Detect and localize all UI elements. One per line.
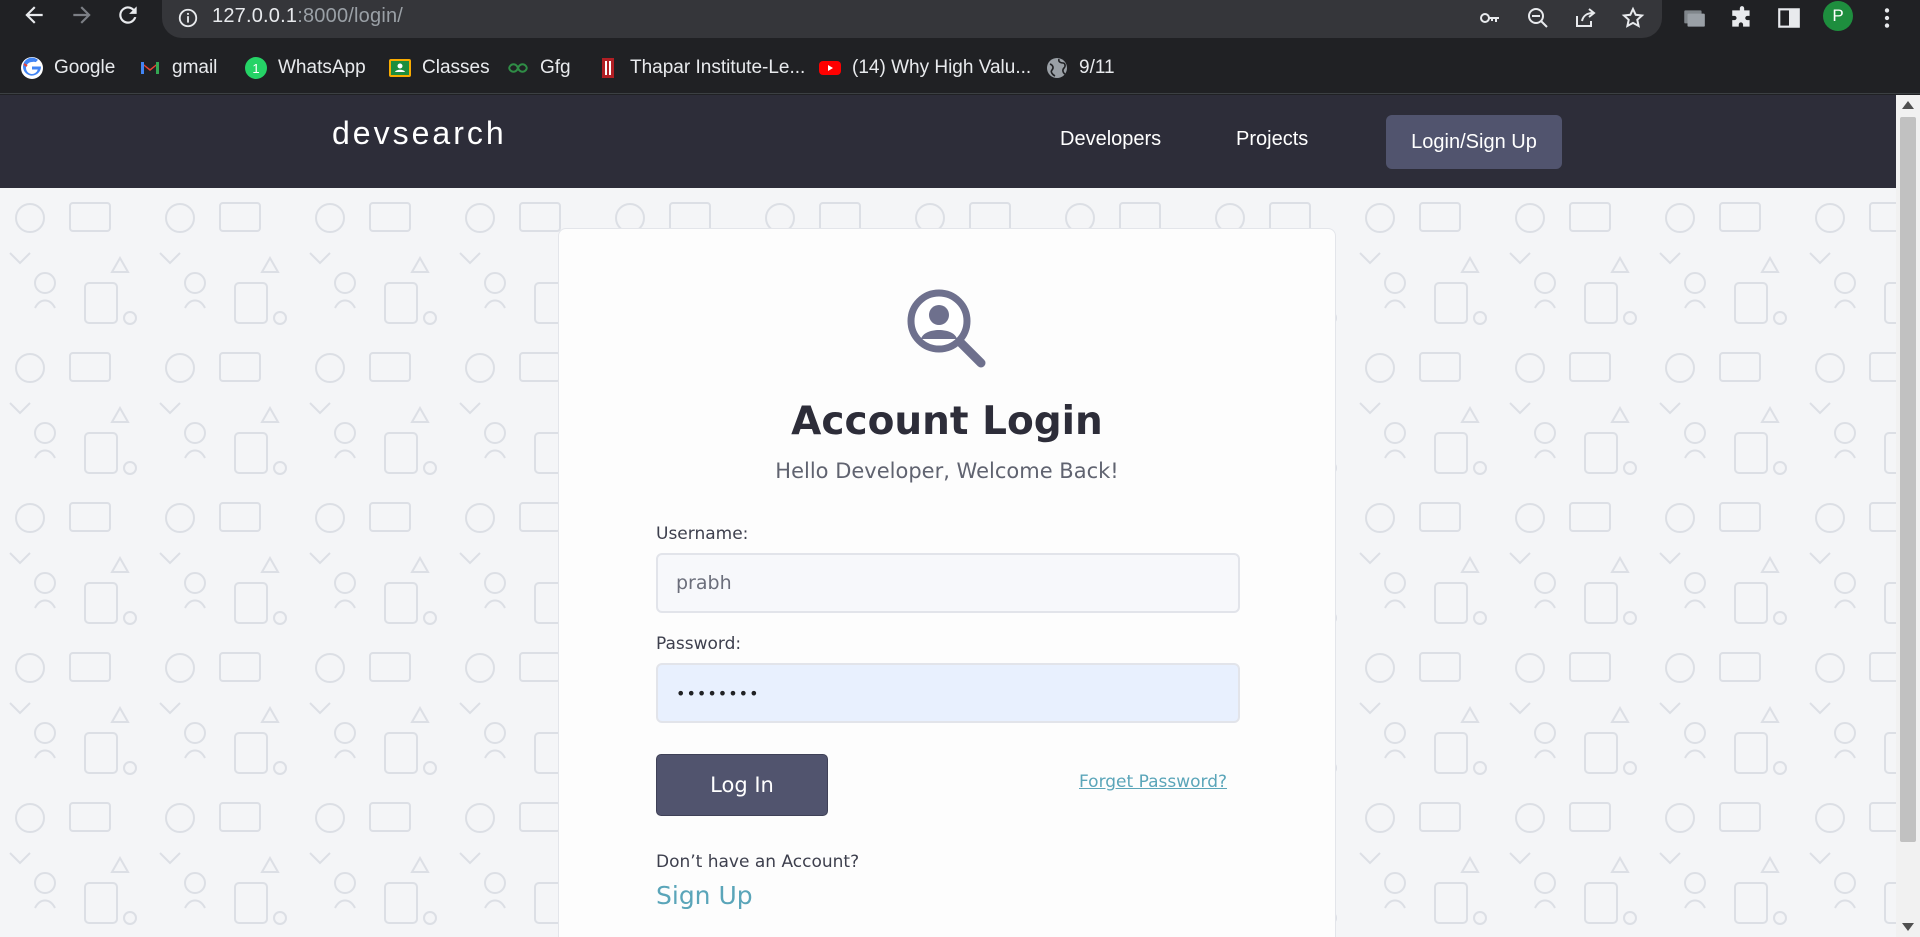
bookmark-label: Classes: [422, 57, 490, 78]
scroll-down-arrow-icon[interactable]: [1902, 923, 1914, 931]
tab-search-icon[interactable]: [1677, 1, 1711, 35]
bookmark-thapar[interactable]: Thapar Institute-Le...: [596, 54, 805, 82]
username-label: Username:: [656, 524, 749, 544]
arrow-right-icon: [73, 6, 91, 24]
page-viewport: devsearch Developers Projects Login/Sign…: [0, 95, 1896, 937]
extensions-icon[interactable]: [1725, 1, 1759, 35]
browser-toolbar: 127.0.0.1:8000/login/ P: [0, 0, 1920, 44]
svg-text:1: 1: [252, 61, 259, 76]
password-label: Password:: [656, 634, 742, 654]
star-icon[interactable]: [1618, 3, 1648, 33]
forget-password-link[interactable]: Forget Password?: [1079, 772, 1227, 792]
bookmark-label: Thapar Institute-Le...: [630, 57, 806, 78]
bookmarks-bar: Google gmail 1 WhatsApp Classes Gfg Thap…: [0, 44, 1920, 94]
url-host: 127.0.0.1: [212, 5, 298, 27]
bookmark-label: (14) Why High Valu...: [852, 57, 1032, 78]
no-account-text: Don’t have an Account?: [656, 852, 860, 872]
site-header: devsearch Developers Projects Login/Sign…: [0, 95, 1896, 188]
bookmark-classes[interactable]: Classes: [388, 54, 490, 82]
back-button[interactable]: [14, 0, 54, 30]
login-subtitle: Hello Developer, Welcome Back!: [775, 459, 1119, 483]
site-logo[interactable]: devsearch: [332, 115, 507, 152]
kebab-menu-icon[interactable]: [1870, 1, 1904, 35]
nav-login-signup-button[interactable]: Login/Sign Up: [1386, 115, 1562, 169]
password-input[interactable]: ••••••••: [656, 663, 1240, 723]
gfg-icon: [506, 56, 530, 80]
bookmark-label: gmail: [172, 57, 218, 78]
whatsapp-icon: 1: [244, 56, 268, 80]
nav-projects[interactable]: Projects: [1236, 128, 1308, 151]
globe-icon: [1045, 56, 1069, 80]
profile-avatar[interactable]: P: [1823, 1, 1853, 31]
arrow-left-icon: [25, 6, 43, 24]
bookmark-google[interactable]: Google: [20, 54, 115, 82]
url-text[interactable]: 127.0.0.1:8000/login/: [212, 5, 403, 28]
reload-button[interactable]: [108, 0, 148, 30]
zoom-out-icon[interactable]: [1523, 3, 1553, 33]
thapar-icon: [596, 56, 620, 80]
bookmark-label: 9/11: [1079, 57, 1115, 78]
bookmark-label: Google: [54, 57, 116, 78]
share-icon[interactable]: [1570, 3, 1600, 33]
nav-developers[interactable]: Developers: [1060, 128, 1161, 151]
classroom-icon: [388, 56, 412, 80]
bookmark-youtube[interactable]: (14) Why High Valu...: [818, 54, 1031, 82]
scroll-thumb[interactable]: [1900, 117, 1916, 842]
page-scrollbar[interactable]: [1896, 95, 1920, 937]
gmail-icon: [138, 56, 162, 80]
bookmark-label: WhatsApp: [278, 57, 366, 78]
scroll-up-arrow-icon[interactable]: [1902, 101, 1914, 109]
login-card: Account Login Hello Developer, Welcome B…: [558, 228, 1336, 937]
user-search-icon: [907, 289, 986, 368]
reload-icon: [119, 6, 137, 24]
forward-button[interactable]: [62, 0, 102, 30]
username-input[interactable]: prabh: [656, 553, 1240, 613]
bookmark-label: Gfg: [540, 57, 571, 78]
bookmark-gmail[interactable]: gmail: [138, 54, 217, 82]
youtube-icon: [818, 56, 842, 80]
bookmark-911[interactable]: 9/11: [1045, 54, 1115, 82]
key-icon[interactable]: [1475, 3, 1505, 33]
bookmark-gfg[interactable]: Gfg: [506, 54, 571, 82]
google-icon: [20, 56, 44, 80]
bookmark-whatsapp[interactable]: 1 WhatsApp: [244, 54, 366, 82]
login-title: Account Login: [791, 399, 1103, 444]
info-icon[interactable]: [176, 6, 200, 30]
signup-link[interactable]: Sign Up: [656, 881, 753, 910]
url-path: :8000/login/: [297, 5, 404, 27]
address-bar[interactable]: 127.0.0.1:8000/login/: [162, 0, 1662, 38]
login-submit-button[interactable]: Log In: [656, 754, 828, 816]
side-panel-icon[interactable]: [1772, 1, 1806, 35]
